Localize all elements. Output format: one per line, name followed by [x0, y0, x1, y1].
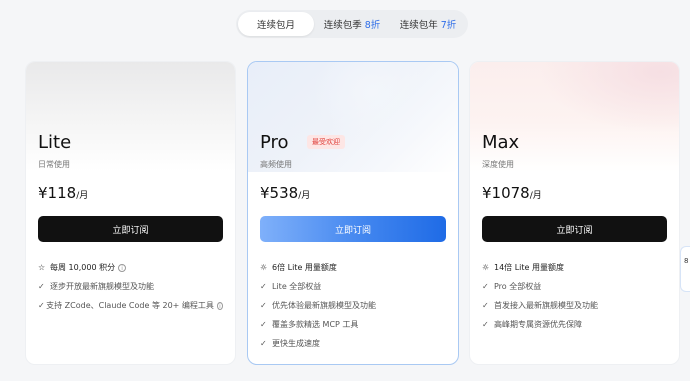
info-icon[interactable]: i: [216, 301, 223, 310]
tab-quarterly-discount: 8折: [364, 20, 381, 31]
feature-item: ✓ 更快生成速度: [260, 334, 446, 353]
feature-item: ✓ 优先体验最新旗舰模型及功能: [260, 296, 446, 315]
plan-name: Max: [482, 132, 520, 153]
feature-item: ✓ 高峰期专属资源优先保障: [482, 315, 667, 334]
price-value: ¥1078: [482, 184, 530, 202]
plan-price: ¥538/月: [260, 184, 310, 202]
plan-card-max: Max 深度使用 ¥1078/月 立即订阅 ☼ 14倍 Lite 用量额度 ✓ …: [469, 61, 680, 365]
star-icon: ☆: [38, 263, 46, 272]
billing-period-tabs: 连续包月 连续包季 8折 连续包年 7折: [236, 10, 468, 38]
feature-item: ☼ 6倍 Lite 用量额度: [260, 258, 446, 277]
check-icon: ✓: [260, 282, 267, 291]
feature-list: ☼ 6倍 Lite 用量额度 ✓ Lite 全部权益 ✓ 优先体验最新旗舰模型及…: [260, 258, 446, 353]
check-icon: ✓: [482, 320, 489, 329]
plan-usage: 高频使用: [260, 160, 292, 169]
side-float-tab[interactable]: 8: [680, 246, 690, 292]
plan-name: Lite: [38, 132, 72, 153]
price-period: /月: [298, 191, 311, 201]
tab-quarterly-label: 连续包季: [323, 20, 362, 31]
feature-text: 高峰期专属资源优先保障: [494, 320, 582, 329]
feature-item: ✓ Lite 全部权益: [260, 277, 446, 296]
info-icon[interactable]: i: [118, 263, 127, 272]
check-icon: ✓: [38, 282, 45, 291]
check-icon: ✓: [38, 301, 45, 310]
check-icon: ✓: [260, 301, 267, 310]
feature-text: 首发接入最新旗舰模型及功能: [494, 301, 598, 310]
feature-text: 优先体验最新旗舰模型及功能: [272, 301, 376, 310]
feature-text: 逐步开放最新旗舰模型及功能: [50, 282, 154, 291]
feature-item: ☼ 14倍 Lite 用量额度: [482, 258, 667, 277]
plan-price: ¥118/月: [38, 184, 88, 202]
feature-item: ✓ Pro 全部权益: [482, 277, 667, 296]
feature-text: 6倍 Lite 用量额度: [272, 263, 337, 272]
subscribe-button[interactable]: 立即订阅: [38, 216, 223, 242]
plan-price: ¥1078/月: [482, 184, 542, 202]
subscribe-button[interactable]: 立即订阅: [482, 216, 667, 242]
plan-usage: 日常使用: [38, 160, 70, 169]
feature-text: 支持 ZCode、Claude Code 等 20+ 编程工具: [46, 301, 214, 310]
price-period: /月: [76, 191, 89, 201]
price-period: /月: [529, 191, 542, 201]
feature-text: 覆盖多款精选 MCP 工具: [272, 320, 359, 329]
tab-monthly-label: 连续包月: [256, 20, 295, 31]
tab-yearly-label: 连续包年: [399, 20, 438, 31]
feature-item: ✓ 覆盖多款精选 MCP 工具: [260, 315, 446, 334]
feature-list: ☆ 每周 10,000 积分 i ✓ 逐步开放最新旗舰模型及功能 ✓ 支持 ZC…: [38, 258, 223, 315]
feature-text: 14倍 Lite 用量额度: [494, 263, 565, 272]
side-tab-label: 8: [684, 257, 689, 265]
feature-text: Lite 全部权益: [272, 282, 322, 291]
plan-usage: 深度使用: [482, 160, 514, 169]
plan-name: Pro: [260, 132, 289, 153]
feature-text: Pro 全部权益: [494, 282, 542, 291]
tab-quarterly[interactable]: 连续包季 8折: [314, 12, 390, 36]
price-value: ¥538: [260, 184, 299, 202]
price-value: ¥118: [38, 184, 77, 202]
feature-text: 每周 10,000 积分: [50, 263, 116, 272]
feature-item: ✓ 逐步开放最新旗舰模型及功能: [38, 277, 223, 296]
gear-icon: ☼: [482, 263, 490, 272]
subscribe-button[interactable]: 立即订阅: [260, 216, 446, 242]
tab-yearly-discount: 7折: [440, 20, 457, 31]
popular-badge: 最受欢迎: [307, 135, 345, 149]
feature-list: ☼ 14倍 Lite 用量额度 ✓ Pro 全部权益 ✓ 首发接入最新旗舰模型及…: [482, 258, 667, 334]
feature-item: ☆ 每周 10,000 积分 i: [38, 258, 223, 277]
check-icon: ✓: [482, 282, 489, 291]
check-icon: ✓: [482, 301, 489, 310]
feature-text: 更快生成速度: [272, 339, 320, 348]
plan-card-pro: Pro 最受欢迎 高频使用 ¥538/月 立即订阅 ☼ 6倍 Lite 用量额度…: [247, 61, 459, 365]
check-icon: ✓: [260, 339, 267, 348]
feature-item: ✓ 支持 ZCode、Claude Code 等 20+ 编程工具 i: [38, 296, 223, 315]
tab-yearly[interactable]: 连续包年 7折: [390, 12, 466, 36]
tab-monthly[interactable]: 连续包月: [238, 12, 314, 36]
plan-card-lite: Lite 日常使用 ¥118/月 立即订阅 ☆ 每周 10,000 积分 i ✓…: [25, 61, 236, 365]
feature-item: ✓ 首发接入最新旗舰模型及功能: [482, 296, 667, 315]
check-icon: ✓: [260, 320, 267, 329]
gear-icon: ☼: [260, 263, 268, 272]
